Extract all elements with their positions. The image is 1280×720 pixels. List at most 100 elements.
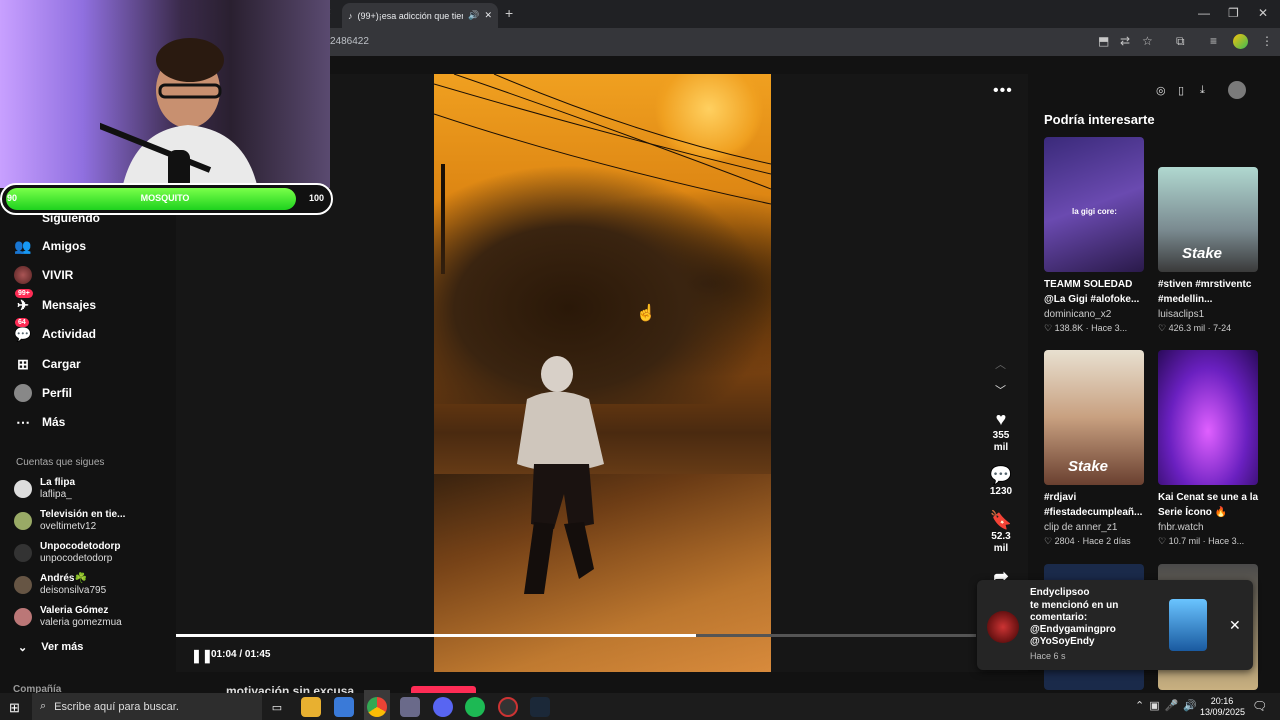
- recommendation-thumbnail[interactable]: Stake: [1158, 167, 1258, 272]
- obs-icon[interactable]: [498, 697, 518, 717]
- followed-account[interactable]: Unpocodetodorp unpocodetodorp: [14, 541, 121, 565]
- media-control-icon[interactable]: ≡: [1210, 34, 1217, 48]
- windows-start-icon[interactable]: ⊞: [9, 700, 20, 716]
- nav-profile[interactable]: Perfil: [14, 384, 72, 402]
- upload-icon: ⊞: [17, 355, 29, 372]
- following-heading: Cuentas que sigues: [16, 457, 105, 468]
- install-app-icon[interactable]: ⬒: [1098, 34, 1109, 48]
- taskbar-clock[interactable]: 20:16 13/09/2025: [1200, 696, 1245, 718]
- notification-time: Hace 6 s: [1030, 651, 1066, 661]
- phone-icon[interactable]: ▯: [1178, 84, 1184, 97]
- nav-upload[interactable]: ⊞ Cargar: [14, 355, 81, 373]
- discord-icon[interactable]: [433, 697, 453, 717]
- stake-logo-text: Stake: [1182, 245, 1223, 262]
- recommendation-thumbnail[interactable]: Stake: [1044, 350, 1144, 485]
- search-placeholder: Escribe aquí para buscar.: [54, 700, 179, 713]
- video-time: 01:04 / 01:45: [211, 649, 271, 660]
- account-name: La flipa: [40, 477, 76, 488]
- action-center-icon[interactable]: 🗨: [1252, 699, 1267, 713]
- extensions-icon[interactable]: ⧉: [1176, 34, 1185, 49]
- comment-button[interactable]: 💬 1230: [985, 464, 1017, 498]
- video-progress-fill: [176, 634, 696, 637]
- recommendation-user[interactable]: clip de anner_z1: [1044, 522, 1117, 533]
- nav-live[interactable]: VIVIR: [14, 266, 73, 284]
- search-icon: ⌕: [40, 700, 47, 712]
- recommendation-title[interactable]: #rdjavi #fiestadecumpleañ...: [1044, 490, 1146, 520]
- previous-video-icon[interactable]: ︿: [995, 356, 1006, 372]
- url-input[interactable]: 2486422: [330, 36, 369, 47]
- activity-icon: 💬 64: [14, 318, 32, 342]
- followed-account[interactable]: La flipa laflipa_: [14, 477, 75, 501]
- system-tray-icons[interactable]: ⌃▣🎤🔊: [1135, 699, 1202, 712]
- audio-playing-icon[interactable]: 🔊: [468, 10, 479, 21]
- recommendation-thumbnail[interactable]: [1158, 350, 1258, 485]
- chevron-down-icon: ⌄: [18, 642, 28, 654]
- account-handle: valeria gomezmua: [40, 617, 122, 628]
- like-count: 10.7 mil: [1168, 536, 1201, 546]
- recommendation-title[interactable]: Kai Cenat se une a la Serie Ícono 🔥 @Ka.…: [1158, 490, 1260, 520]
- store-icon[interactable]: [334, 697, 354, 717]
- save-button[interactable]: 🔖 52.3 mil: [985, 509, 1017, 555]
- nav-friends[interactable]: 👥 Amigos: [14, 237, 86, 255]
- recommendation-user[interactable]: dominicano_x2: [1044, 309, 1111, 320]
- translate-icon[interactable]: ⇄: [1120, 34, 1130, 48]
- save-count: 52.3: [991, 531, 1011, 542]
- notification-thumbnail[interactable]: [1169, 599, 1207, 651]
- nav-label: VIVIR: [42, 268, 74, 282]
- followed-account[interactable]: Televisión en tie... oveltimetv12: [14, 509, 125, 533]
- profile-icon: [14, 384, 32, 402]
- app-icon[interactable]: [400, 697, 420, 717]
- restore-icon[interactable]: ❐: [1228, 6, 1239, 20]
- chrome-icon[interactable]: [367, 697, 387, 717]
- steam-icon[interactable]: [530, 697, 550, 717]
- close-icon[interactable]: ✕: [1229, 617, 1241, 634]
- nav-messages[interactable]: ✈ 99+ Mensajes: [14, 289, 96, 314]
- see-more-button[interactable]: ⌄ Ver más: [18, 641, 83, 654]
- menu-kebab-icon[interactable]: ⋮: [1261, 34, 1273, 48]
- recommendation-user[interactable]: luisaclips1: [1158, 309, 1204, 320]
- profile-avatar-icon[interactable]: [1233, 34, 1248, 49]
- account-handle: unpocodetodorp: [40, 553, 113, 564]
- account-name: Televisión en tie...: [40, 509, 126, 520]
- see-more-label: Ver más: [41, 641, 84, 653]
- nav-label: Actividad: [42, 327, 97, 341]
- recommendation-stats: ♡ 426.3 mil · 7-24: [1158, 323, 1232, 333]
- pause-icon[interactable]: ❚❚: [191, 648, 213, 664]
- notification-user: Endyclipsoo: [1030, 587, 1090, 598]
- post-date: Hace 3...: [1091, 323, 1128, 333]
- video-progress-bar[interactable]: [176, 634, 976, 637]
- recommendation-title[interactable]: TEAMM SOLEDAD @La Gigi #alofoke...: [1044, 277, 1146, 307]
- avatar: [14, 576, 32, 594]
- nav-activity[interactable]: 💬 64 Actividad: [14, 318, 97, 343]
- browser-tab[interactable]: ♪ (99+)¡esa adicción que tiene 🔊 ✕: [342, 3, 498, 28]
- recommendation-stats: ♡ 2804 · Hace 2 días: [1044, 536, 1131, 546]
- account-handle: oveltimetv12: [40, 521, 97, 532]
- followed-account[interactable]: Valeria Gómez valeria gomezmua: [14, 605, 122, 629]
- comment-count: 1230: [989, 486, 1013, 497]
- followed-account[interactable]: Andrés☘️ deisonsilva795: [14, 573, 106, 597]
- activity-badge: 64: [15, 318, 29, 327]
- nav-more[interactable]: ⋯ Más: [14, 413, 65, 431]
- tab-title: (99+)¡esa adicción que tiene: [357, 10, 464, 21]
- spotify-icon[interactable]: [465, 697, 485, 717]
- download-icon[interactable]: ⤓: [1200, 84, 1205, 97]
- new-tab-button[interactable]: +: [505, 5, 513, 21]
- recommendation-user[interactable]: fnbr.watch: [1158, 522, 1204, 533]
- user-avatar[interactable]: [1228, 81, 1246, 99]
- next-video-icon[interactable]: ﹀: [995, 382, 1006, 398]
- task-view-icon[interactable]: ▭: [267, 697, 287, 717]
- recommendation-title[interactable]: #stiven #mrstiventc #medellin...: [1158, 277, 1260, 307]
- avatar: [14, 512, 32, 530]
- close-window-icon[interactable]: ✕: [1258, 6, 1268, 20]
- account-handle: deisonsilva795: [40, 585, 107, 596]
- file-explorer-icon[interactable]: [301, 697, 321, 717]
- more-options-icon[interactable]: •••: [993, 82, 1013, 100]
- tab-close-icon[interactable]: ✕: [484, 10, 492, 21]
- minimize-icon[interactable]: —: [1198, 6, 1210, 20]
- taskbar-search[interactable]: ⌕ Escribe aquí para buscar.: [32, 693, 262, 720]
- bookmark-star-icon[interactable]: ☆: [1142, 34, 1153, 48]
- video-player[interactable]: [434, 74, 771, 672]
- recommendation-thumbnail[interactable]: la gigi core:: [1044, 137, 1144, 272]
- like-button[interactable]: ♥ 355 mil: [985, 408, 1017, 454]
- compass-icon[interactable]: ◎: [1156, 84, 1166, 97]
